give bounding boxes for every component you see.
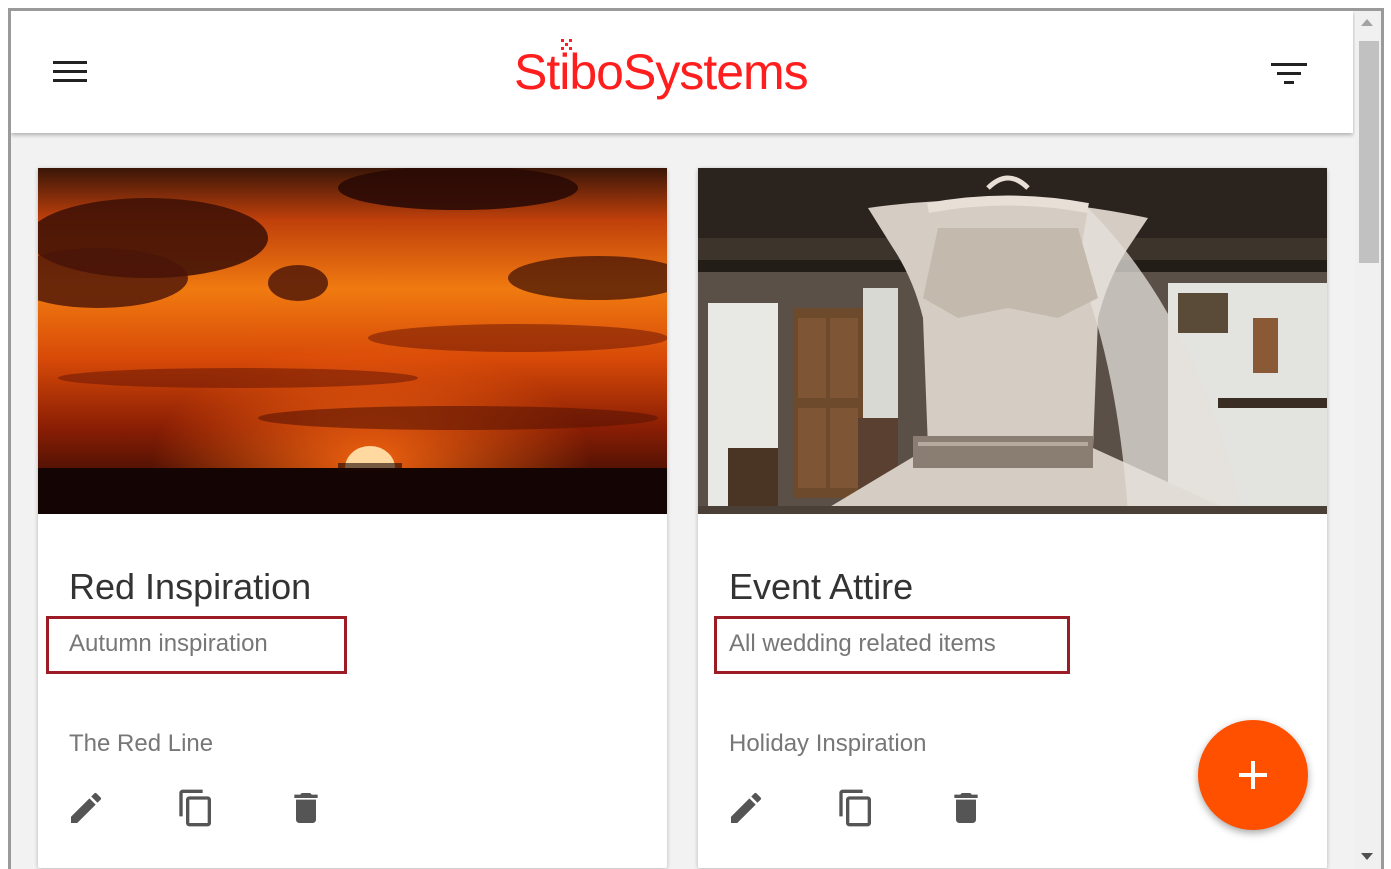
filter-icon[interactable] bbox=[1269, 59, 1309, 89]
card-actions bbox=[726, 788, 1026, 832]
app-window: StiboSystems Red Inspiration Autumn insp… bbox=[8, 8, 1384, 869]
card-image-sunset[interactable] bbox=[38, 168, 667, 514]
card-subtitle: All wedding related items bbox=[729, 630, 996, 657]
card-image-wedding-dress[interactable] bbox=[698, 168, 1327, 514]
card-actions bbox=[66, 788, 366, 832]
card-title: Event Attire bbox=[729, 566, 914, 607]
pencil-icon[interactable] bbox=[726, 788, 766, 828]
scroll-up-icon[interactable] bbox=[1361, 19, 1373, 26]
card-subtitle: Autumn inspiration bbox=[69, 630, 268, 657]
card-owner: Holiday Inspiration bbox=[729, 730, 927, 757]
app-bar: StiboSystems bbox=[11, 11, 1353, 133]
add-collection-button[interactable] bbox=[1198, 720, 1308, 830]
logo-dots-icon bbox=[561, 39, 572, 50]
menu-icon[interactable] bbox=[51, 57, 91, 89]
vertical-scrollbar[interactable] bbox=[1355, 11, 1381, 869]
copy-icon[interactable] bbox=[836, 788, 876, 828]
card-owner: The Red Line bbox=[69, 730, 214, 757]
card-title: Red Inspiration bbox=[69, 566, 312, 607]
logo-text: StiboSystems bbox=[514, 44, 809, 100]
scrollbar-thumb[interactable] bbox=[1359, 41, 1379, 263]
brand-logo: StiboSystems bbox=[514, 37, 874, 107]
copy-icon[interactable] bbox=[176, 788, 216, 828]
trash-icon[interactable] bbox=[946, 788, 986, 828]
scroll-down-icon[interactable] bbox=[1361, 853, 1373, 860]
collection-card[interactable]: Red Inspiration Autumn inspiration The R… bbox=[38, 168, 667, 868]
pencil-icon[interactable] bbox=[66, 788, 106, 828]
trash-icon[interactable] bbox=[286, 788, 326, 828]
plus-icon bbox=[1239, 761, 1267, 789]
